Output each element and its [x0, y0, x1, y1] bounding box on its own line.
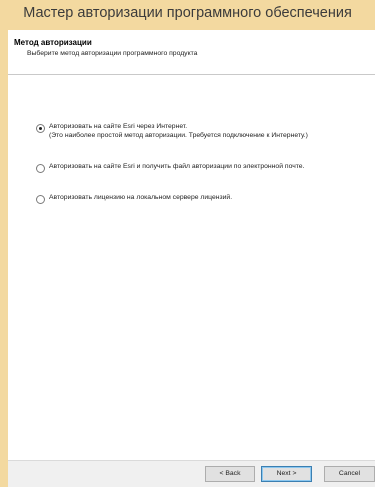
back-button[interactable]: < Back	[205, 466, 255, 482]
cancel-button[interactable]: Cancel	[324, 466, 375, 482]
option-authorize-license-server[interactable]: Авторизовать лицензию на локальном серве…	[36, 194, 232, 204]
next-button[interactable]: Next >	[261, 466, 312, 482]
radio-authorize-email[interactable]	[36, 164, 45, 173]
page-title: Метод авторизации	[14, 38, 92, 47]
option-authorize-email[interactable]: Авторизовать на сайте Esri и получить фа…	[36, 163, 304, 173]
option-authorize-email-label: Авторизовать на сайте Esri и получить фа…	[49, 163, 305, 170]
radio-authorize-online[interactable]	[36, 124, 45, 133]
window-title: Мастер авторизации программного обеспече…	[23, 5, 352, 21]
wizard-content: Метод авторизации Выберите метод авториз…	[8, 30, 375, 460]
radio-authorize-license-server[interactable]	[36, 195, 45, 204]
title-bar: Мастер авторизации программного обеспече…	[0, 0, 375, 30]
option-authorize-license-server-label: Авторизовать лицензию на локальном серве…	[49, 194, 233, 201]
page-subtitle: Выберите метод авторизации программного …	[27, 50, 198, 57]
option-authorize-online-line1: Авторизовать на сайте Esri через Интерне…	[49, 123, 188, 130]
option-authorize-online[interactable]: Авторизовать на сайте Esri через Интерне…	[36, 123, 308, 140]
option-authorize-online-line2: (Это наиболее простой метод авторизации.…	[49, 131, 308, 139]
option-authorize-online-label: Авторизовать на сайте Esri через Интерне…	[49, 123, 308, 140]
wizard-window: Мастер авторизации программного обеспече…	[0, 0, 375, 487]
header-divider	[8, 74, 375, 75]
wizard-footer: < Back Next > Cancel	[8, 460, 375, 487]
wizard-header: Метод авторизации Выберите метод авториз…	[8, 30, 375, 74]
